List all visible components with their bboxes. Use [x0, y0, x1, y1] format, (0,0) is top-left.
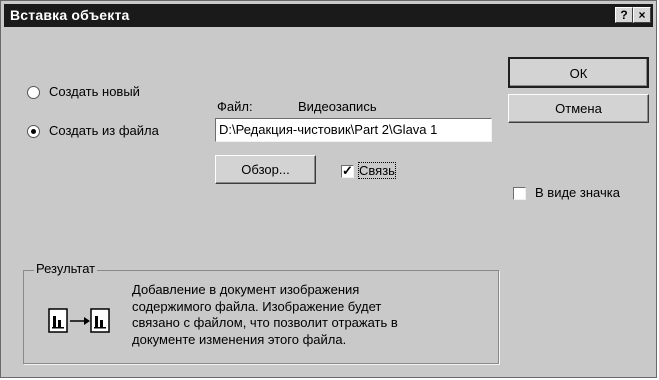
- display-as-icon-label[interactable]: В виде значка: [535, 185, 620, 200]
- link-checkbox-box[interactable]: ✓: [341, 163, 354, 178]
- radio-create-new-label[interactable]: Создать новый: [49, 84, 140, 99]
- cancel-button[interactable]: Отмена: [508, 94, 649, 123]
- radio-create-new-circle[interactable]: [27, 86, 40, 99]
- radio-create-new-text: Создать новый: [49, 84, 140, 99]
- title-bar[interactable]: Вставка объекта ? ×: [4, 4, 653, 27]
- result-line: связано с файлом, что позволит отражать …: [132, 315, 398, 330]
- check-mark-icon: ✓: [342, 163, 353, 178]
- result-line: документе изменения этого файла.: [132, 331, 347, 347]
- result-description: Добавление в документ изображения содерж…: [132, 282, 398, 348]
- radio-create-from-file-text: Создать из файла: [49, 123, 159, 138]
- radio-create-from-file-circle[interactable]: [27, 125, 40, 138]
- dialog-title: Вставка объекта: [10, 7, 130, 23]
- result-group-title: Результат: [34, 261, 98, 276]
- insert-object-dialog: Вставка объекта ? × Создать новый Создат…: [0, 0, 657, 378]
- file-label: Файл:: [217, 99, 253, 114]
- result-line: содержимого файла. Изображение будет: [132, 298, 382, 314]
- display-as-icon-box[interactable]: [513, 187, 526, 200]
- result-line: Добавление в документ изображения: [132, 282, 360, 297]
- ok-button[interactable]: ОК: [508, 57, 649, 88]
- radio-selected-dot: [31, 129, 36, 134]
- browse-button[interactable]: Обзор...: [215, 155, 316, 184]
- help-button[interactable]: ?: [615, 7, 633, 23]
- file-path-field[interactable]: D:\Редакция-чистовик\Part 2\Glava 1: [215, 118, 492, 142]
- radio-create-from-file-label[interactable]: Создать из файла: [49, 123, 159, 138]
- embed-object-icon: [48, 308, 110, 333]
- link-checkbox-label[interactable]: Связь: [358, 162, 396, 179]
- file-type-value: Видеозапись: [298, 99, 377, 114]
- close-button[interactable]: ×: [633, 7, 651, 23]
